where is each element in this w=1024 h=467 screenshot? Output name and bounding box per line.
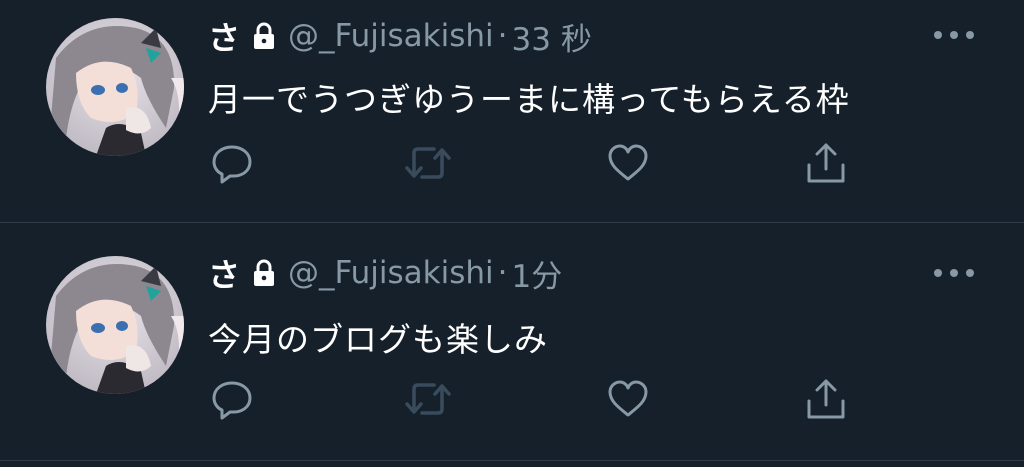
share-icon[interactable] — [802, 375, 850, 423]
tweet-actions — [208, 375, 868, 423]
user-handle[interactable]: @_Fujisakishi — [288, 255, 494, 291]
like-icon[interactable] — [604, 139, 652, 187]
timeline-feed: さ @_Fujisakishi · 33 秒 月一でうつぎゆうーまに構ってもらえ… — [0, 0, 1024, 467]
retweet-icon[interactable] — [404, 375, 452, 423]
tweet-actions — [208, 139, 868, 187]
separator-dot: · — [497, 255, 508, 291]
separator-dot: · — [497, 18, 508, 54]
reply-icon[interactable] — [208, 139, 256, 187]
display-name[interactable]: さ — [208, 13, 240, 59]
display-name[interactable]: さ — [208, 250, 240, 296]
more-options-icon[interactable] — [934, 263, 974, 283]
tweet-text: 今月のブログも楽しみ — [208, 320, 548, 359]
reply-icon[interactable] — [208, 375, 256, 423]
avatar[interactable] — [46, 18, 184, 156]
lock-icon — [252, 259, 276, 287]
tweet-header: さ @_Fujisakishi · 1分 — [208, 250, 563, 296]
more-options-icon[interactable] — [934, 25, 974, 45]
tweet-header: さ @_Fujisakishi · 33 秒 — [208, 13, 592, 59]
tweet[interactable]: さ @_Fujisakishi · 33 秒 月一でうつぎゆうーまに構ってもらえ… — [0, 0, 1024, 223]
tweet-text: 月一でうつぎゆうーまに構ってもらえる枠 — [208, 80, 850, 119]
avatar[interactable] — [46, 256, 184, 394]
retweet-icon[interactable] — [404, 139, 452, 187]
timestamp[interactable]: 33 秒 — [512, 14, 592, 59]
lock-icon — [252, 22, 276, 50]
share-icon[interactable] — [802, 139, 850, 187]
like-icon[interactable] — [604, 375, 652, 423]
tweet[interactable]: さ @_Fujisakishi · 1分 今月のブログも楽しみ — [0, 223, 1024, 461]
timestamp[interactable]: 1分 — [512, 251, 563, 296]
user-handle[interactable]: @_Fujisakishi — [288, 18, 494, 54]
